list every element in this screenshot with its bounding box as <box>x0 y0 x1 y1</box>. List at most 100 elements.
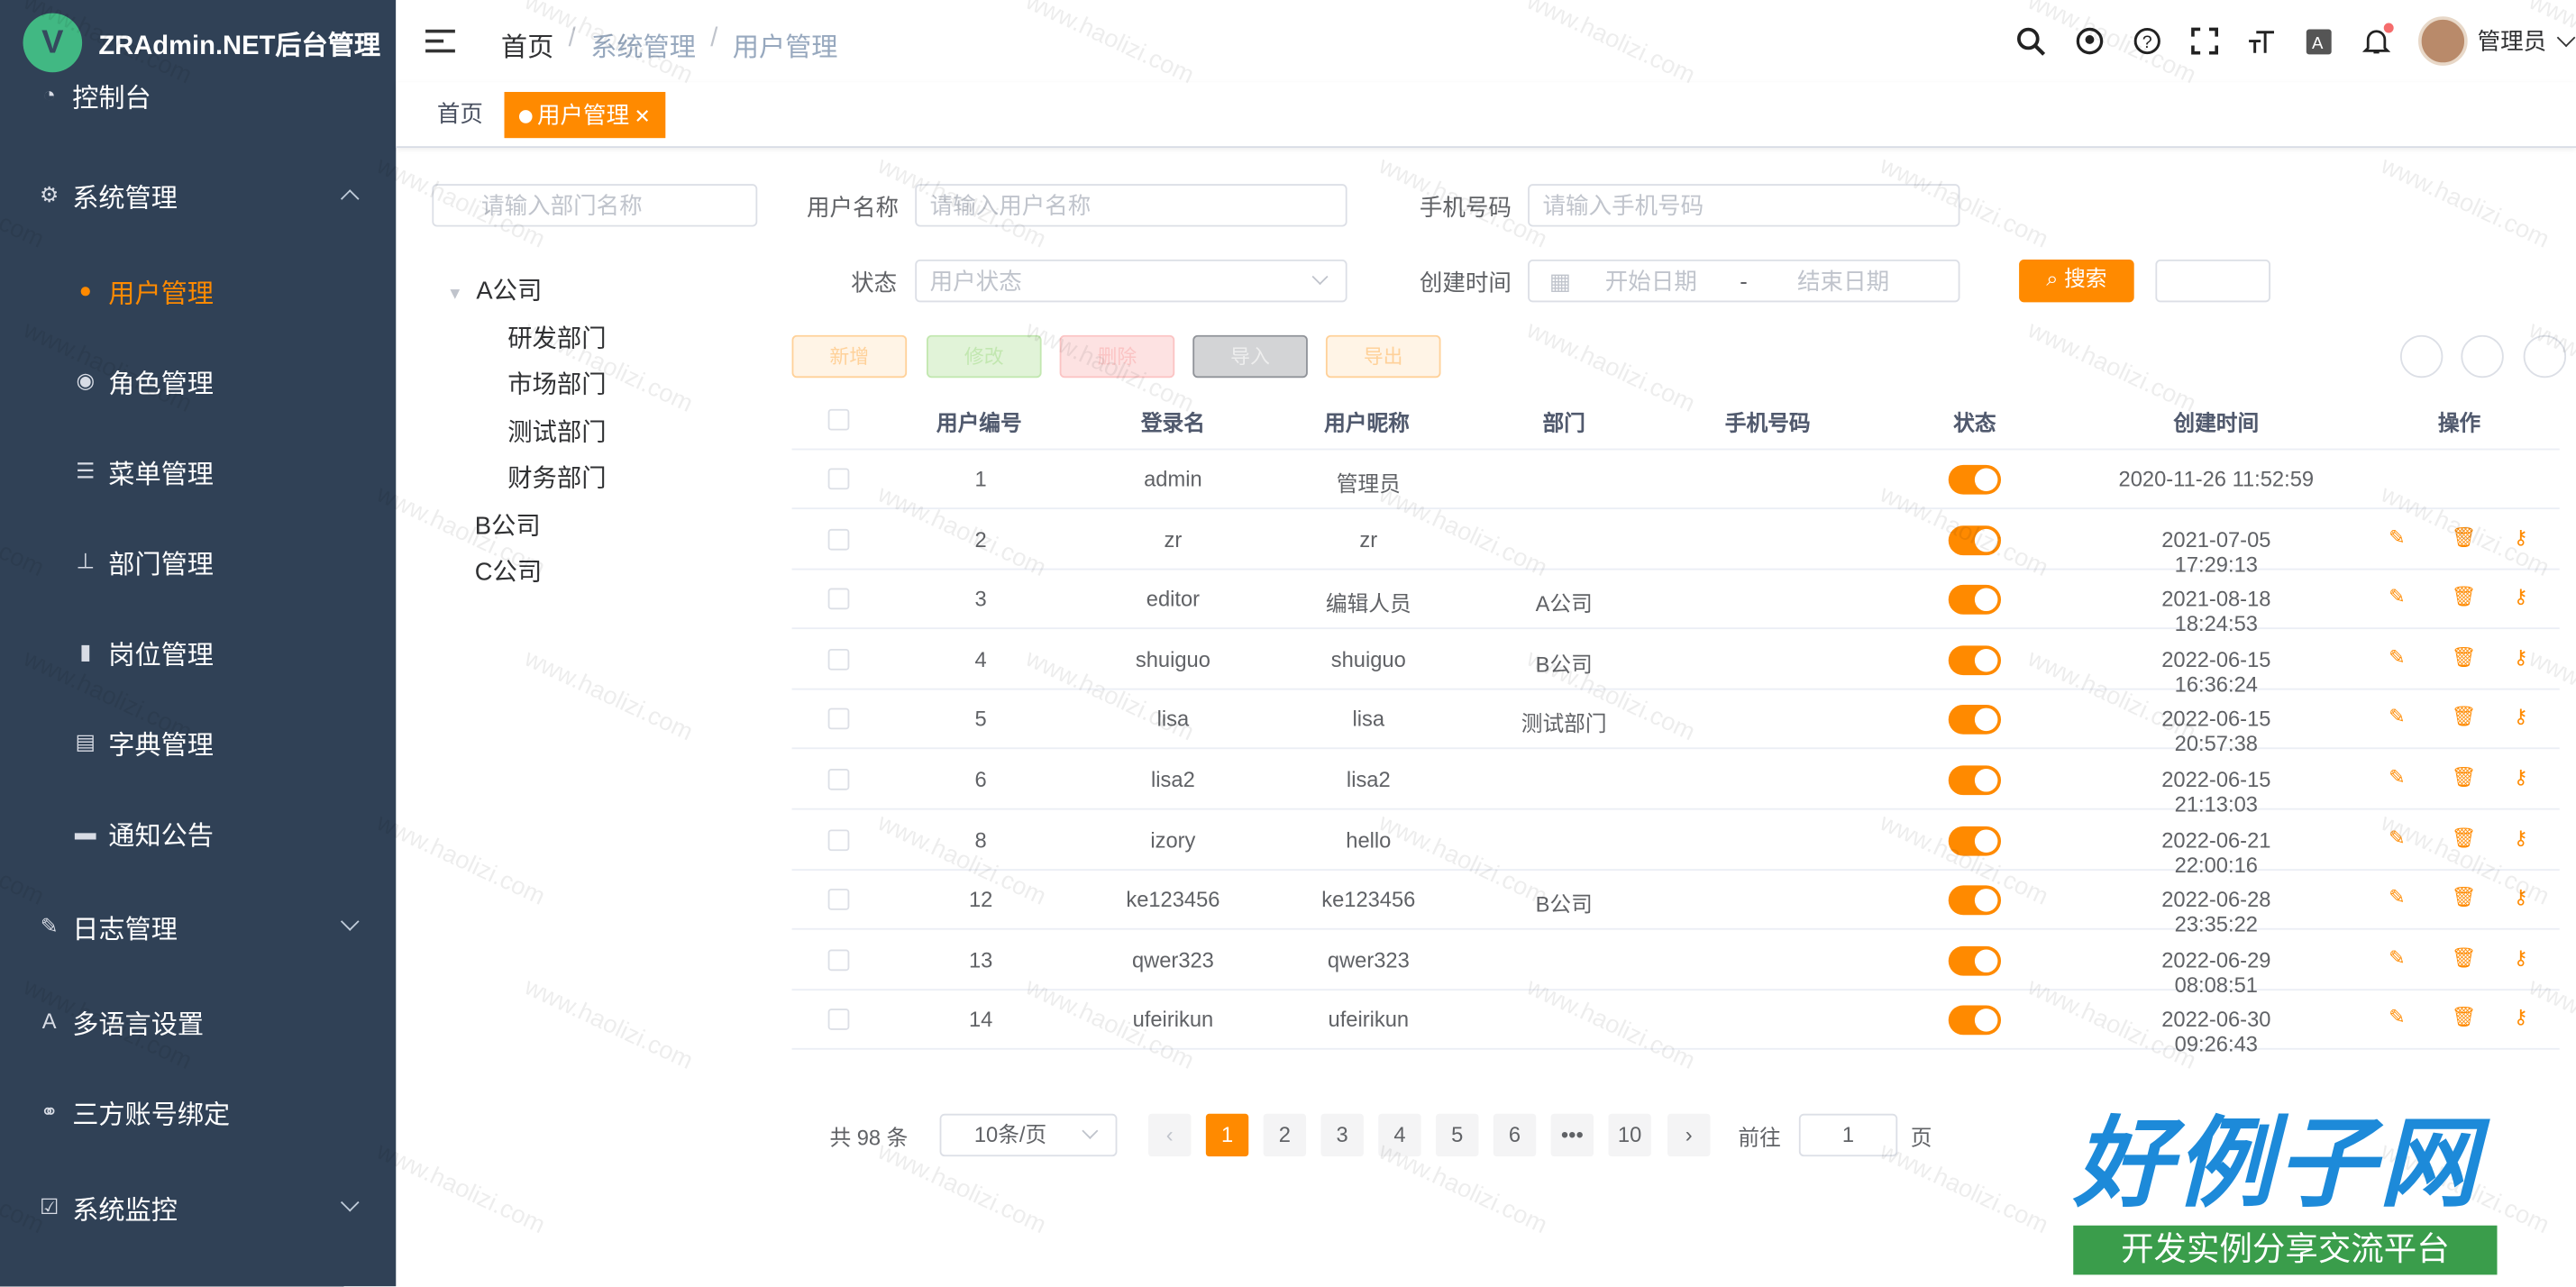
more-pages-button[interactable]: ••• <box>1550 1113 1594 1157</box>
cell-login: zr <box>1164 526 1183 552</box>
hamburger-icon[interactable] <box>425 28 455 54</box>
edit-icon[interactable]: ✎ <box>2389 765 2405 789</box>
chevron-down-icon <box>340 912 360 931</box>
edit-icon[interactable]: ✎ <box>2389 585 2405 608</box>
delete-icon[interactable]: 🗑 <box>2451 886 2476 909</box>
key-icon[interactable]: ⚷ <box>2514 1006 2528 1029</box>
row-checkbox[interactable] <box>827 708 850 730</box>
row-checkbox[interactable] <box>827 1009 850 1031</box>
row-checkbox[interactable] <box>827 889 850 911</box>
status-switch[interactable] <box>1948 945 2002 976</box>
key-icon[interactable]: ⚷ <box>2514 706 2528 729</box>
toggle-search-button[interactable] <box>2399 334 2444 379</box>
key-icon[interactable]: ⚷ <box>2514 826 2528 849</box>
cell-login: izory <box>1150 826 1196 853</box>
status-switch[interactable] <box>1948 885 2002 916</box>
edit-icon[interactable]: ✎ <box>2389 645 2405 669</box>
refresh-button[interactable] <box>2461 334 2504 379</box>
delete-icon[interactable]: 🗑 <box>2451 1006 2476 1029</box>
tree-node-a[interactable]: ▼ A公司 <box>447 273 543 307</box>
add-button[interactable]: 新增 <box>791 334 908 379</box>
page-button[interactable]: 3 <box>1320 1113 1364 1157</box>
row-checkbox[interactable] <box>827 949 850 971</box>
status-switch[interactable] <box>1948 705 2002 735</box>
edit-icon[interactable]: ✎ <box>2389 946 2405 970</box>
page-button[interactable]: 10 <box>1608 1113 1651 1157</box>
key-icon[interactable]: ⚷ <box>2514 585 2528 608</box>
select-all-checkbox[interactable] <box>827 408 850 431</box>
status-switch[interactable] <box>1948 585 2002 616</box>
edit-icon[interactable]: ✎ <box>2389 525 2405 549</box>
tree-node-child[interactable]: 测试部门 <box>507 414 606 448</box>
status-switch[interactable] <box>1948 1006 2002 1036</box>
goto-label: 前往 <box>1738 1125 1781 1150</box>
status-switch[interactable] <box>1948 644 2002 675</box>
import-button[interactable]: 导入 <box>1192 334 1308 379</box>
edit-icon[interactable]: ✎ <box>2389 1006 2405 1029</box>
status-label: 状态 <box>851 269 898 297</box>
tag-users[interactable]: 用户管理 ✕ <box>504 92 666 139</box>
edit-icon[interactable]: ✎ <box>2389 886 2405 909</box>
delete-icon[interactable]: 🗑 <box>2451 946 2476 970</box>
th-dept: 部门 <box>1542 410 1585 436</box>
sidebar-item-dict[interactable]: ▤ 字典管理 <box>0 709 396 775</box>
avatar[interactable] <box>2418 16 2468 66</box>
user-name[interactable]: 管理员 <box>2478 24 2547 57</box>
delete-icon[interactable]: 🗑 <box>2451 585 2476 608</box>
bell-icon[interactable] <box>2348 16 2406 66</box>
delete-icon[interactable]: 🗑 <box>2451 765 2476 789</box>
sidebar-item-menus[interactable]: ☰ 菜单管理 <box>0 439 396 505</box>
cell-nick: ufeirikun <box>1328 1008 1410 1033</box>
phone-input[interactable]: 请输入手机号码 <box>1528 184 1960 227</box>
tag-home[interactable]: 首页 <box>425 92 495 139</box>
chevron-down-icon <box>1082 1122 1099 1139</box>
row-checkbox[interactable] <box>827 769 850 790</box>
row-checkbox[interactable] <box>827 528 850 550</box>
tags-view: 首页 用户管理 ✕ <box>396 82 2576 149</box>
page-button[interactable]: 2 <box>1263 1113 1307 1157</box>
cell-time: 2020-11-26 11:52:59 <box>2118 466 2315 491</box>
status-switch[interactable] <box>1948 765 2002 796</box>
sidebar-item-third[interactable]: ⚭ 三方账号绑定 <box>0 1080 396 1146</box>
cell-login: shuiguo <box>1135 646 1210 672</box>
tree-node-child[interactable]: 财务部门 <box>507 460 606 494</box>
next-page-button[interactable]: › <box>1667 1113 1711 1157</box>
prev-page-button[interactable]: ‹ <box>1148 1113 1192 1157</box>
delete-icon[interactable]: 🗑 <box>2451 645 2476 669</box>
cell-time: 2021-07-05 17:29:13 <box>2161 526 2271 577</box>
font-size-icon[interactable] <box>2233 16 2290 66</box>
watermark-text: www.haolizi.com <box>1374 151 1552 254</box>
sidebar-group-monitor[interactable]: ☑ 系统监控 <box>0 1174 396 1240</box>
page-button[interactable]: 1 <box>1205 1113 1249 1157</box>
sidebar-item-depts[interactable]: ⊥ 部门管理 <box>0 529 396 595</box>
sidebar-item-users[interactable]: ● 用户管理 <box>0 258 396 324</box>
page-button[interactable]: 5 <box>1436 1113 1479 1157</box>
sidebar-group-system[interactable]: ⚙ 系统管理 <box>0 162 396 228</box>
close-icon[interactable]: ✕ <box>635 105 651 129</box>
key-icon[interactable]: ⚷ <box>2514 765 2528 789</box>
edit-icon[interactable]: ✎ <box>2389 706 2405 729</box>
sidebar-item-notice[interactable]: ▬ 通知公告 <box>0 800 396 866</box>
key-icon[interactable]: ⚷ <box>2514 946 2528 970</box>
language-icon[interactable]: A <box>2290 16 2348 66</box>
dashboard-icon: ◔ <box>42 82 56 107</box>
sidebar-group-log[interactable]: ✎ 日志管理 <box>0 894 396 960</box>
delete-icon[interactable]: 🗑 <box>2451 706 2476 729</box>
row-checkbox[interactable] <box>827 648 850 671</box>
cell-login: qwer323 <box>1131 947 1214 972</box>
reset-button[interactable] <box>2155 259 2270 303</box>
date-range-picker[interactable]: ▦ 开始日期 - 结束日期 <box>1528 259 1960 303</box>
page-size-select[interactable]: 10条/页 <box>939 1113 1118 1157</box>
watermark-text: www.haolizi.com <box>520 972 698 1076</box>
search-button[interactable]: ⌕ 搜索 <box>2019 259 2134 303</box>
row-checkbox[interactable] <box>827 588 850 610</box>
breadcrumb-home[interactable]: 首页 <box>501 24 553 64</box>
sidebar-item-dashboard[interactable]: ◔ 控制台 <box>0 62 396 128</box>
row-checkbox[interactable] <box>827 828 850 851</box>
row-checkbox[interactable] <box>827 468 850 490</box>
status-switch[interactable] <box>1948 464 2002 495</box>
status-select[interactable]: 用户状态 <box>915 259 1347 303</box>
export-button[interactable]: 导出 <box>1325 334 1441 379</box>
page-button[interactable]: 6 <box>1493 1113 1537 1157</box>
watermark-text: www.haolizi.com <box>520 644 698 747</box>
